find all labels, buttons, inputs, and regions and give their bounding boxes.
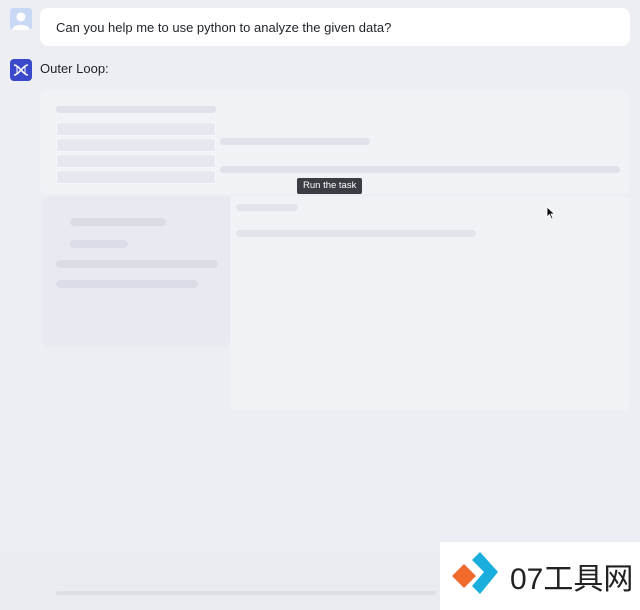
arrow-cursor-icon	[546, 206, 556, 220]
assistant-name: Outer Loop:	[40, 61, 109, 76]
dna-logo-icon	[13, 64, 29, 76]
user-message-text: Can you help me to use python to analyze…	[56, 19, 392, 35]
disclaimer-text	[56, 588, 436, 597]
blurred-text-line	[56, 280, 198, 288]
run-task-tooltip: Run the task	[297, 178, 363, 194]
user-avatar-icon	[12, 12, 30, 30]
blurred-disclaimer	[56, 591, 436, 595]
blurred-text-line	[220, 166, 620, 173]
user-message-bubble: Can you help me to use python to analyze…	[40, 8, 630, 46]
blurred-text-line	[236, 230, 476, 237]
blurred-text-line	[70, 240, 128, 248]
blurred-code-block	[56, 154, 216, 168]
watermark-text: 07工具网	[510, 563, 634, 596]
blurred-text-line	[56, 106, 216, 113]
blurred-text-line	[56, 260, 218, 268]
watermark: 07工具网	[440, 542, 640, 610]
blurred-code-block	[56, 122, 216, 136]
mouse-cursor	[546, 206, 556, 225]
user-avatar	[10, 8, 32, 30]
blurred-text-line	[70, 218, 166, 226]
blurred-card	[42, 196, 230, 346]
blurred-text-line	[236, 204, 298, 211]
output-panel	[230, 196, 630, 410]
blurred-text-line	[220, 138, 370, 145]
assistant-logo	[10, 59, 32, 81]
blurred-code-block	[56, 138, 216, 152]
blurred-code-block	[56, 170, 216, 184]
watermark-logo-icon	[452, 552, 498, 594]
